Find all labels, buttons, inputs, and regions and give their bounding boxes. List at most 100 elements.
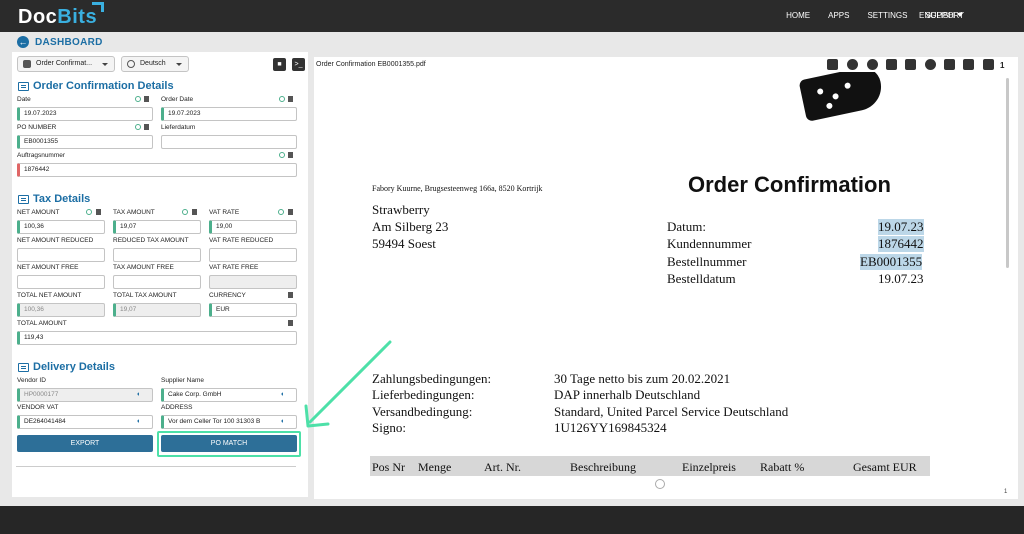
net-amount-field[interactable]: 100,36 <box>17 220 105 234</box>
tax-amount-field[interactable]: 19,07 <box>113 220 201 234</box>
meta-label: Kundennummer <box>667 236 752 251</box>
layout-grid-icon[interactable] <box>944 59 955 70</box>
ai-lookup-icon[interactable]: ◖ <box>136 391 146 399</box>
tax-amount-free-field[interactable] <box>113 275 201 289</box>
address-label: ADDRESS <box>161 404 193 411</box>
language-selector[interactable]: ENGLISH <box>919 11 954 20</box>
check-circle-icon[interactable] <box>86 209 92 215</box>
search-doc-icon[interactable] <box>886 59 897 70</box>
toggle-icon[interactable] <box>905 59 916 70</box>
vendor-id-field[interactable]: HP0000177 <box>17 388 153 402</box>
trash-icon[interactable] <box>288 152 293 158</box>
supplier-name-label: Supplier Name <box>161 377 204 384</box>
net-amount-free-field[interactable] <box>17 275 105 289</box>
trash-icon[interactable] <box>96 209 101 215</box>
language-select[interactable]: Deutsch <box>121 56 189 72</box>
net-amount-free-label: NET AMOUNT FREE <box>17 264 79 271</box>
docbits-logo[interactable]: DocBits <box>18 2 104 29</box>
chevron-down-icon <box>102 63 108 66</box>
section-order-details: Order Confirmation Details <box>18 80 174 92</box>
chevron-down-icon <box>176 63 182 66</box>
total-tax-amount-label: TOTAL TAX AMOUNT <box>113 292 177 299</box>
trash-icon[interactable] <box>288 96 293 102</box>
check-circle-icon[interactable] <box>135 124 141 130</box>
vat-rate-field[interactable]: 19,00 <box>209 220 297 234</box>
section-form-icon <box>18 194 29 204</box>
back-arrow-icon[interactable]: ← <box>17 36 29 48</box>
total-tax-amount-field[interactable]: 19,07 <box>113 303 201 317</box>
nav-apps[interactable]: APPS <box>828 11 849 20</box>
zoom-out-icon[interactable] <box>867 59 878 70</box>
meta-value: 19.07.23 <box>878 271 924 286</box>
top-navbar: DocBits HOME APPS SETTINGS SUPPORT ENGLI… <box>0 0 1024 32</box>
reduced-tax-amount-field[interactable] <box>113 248 201 262</box>
address-field[interactable]: Vor dem Celler Tor 100 31303 B <box>161 415 297 429</box>
breadcrumb-dashboard[interactable]: DASHBOARD <box>35 37 103 48</box>
zoom-in-icon[interactable] <box>847 59 858 70</box>
meta-value: 1876442 <box>878 236 924 252</box>
total-amount-field[interactable]: 119,43 <box>17 331 297 345</box>
save-icon[interactable]: ■ <box>273 58 286 71</box>
resize-handle[interactable] <box>655 479 665 489</box>
terms-value: 1U126YY169845324 <box>554 420 667 435</box>
export-button[interactable]: EXPORT <box>17 435 153 452</box>
footer-bar <box>0 506 1024 534</box>
check-circle-icon[interactable] <box>279 96 285 102</box>
vendor-id-label: Vendor ID <box>17 377 46 384</box>
po-number-field[interactable]: EB0001355 <box>17 135 153 149</box>
breadcrumb[interactable]: ← DASHBOARD <box>17 36 103 48</box>
table-header-cell: Art. Nr. <box>484 460 521 474</box>
presentation-icon[interactable] <box>827 59 838 70</box>
recipient-line: Am Silberg 23 <box>372 219 449 234</box>
page-number: 1 <box>1004 489 1008 495</box>
vendor-vat-field[interactable]: DE264041484 <box>17 415 153 429</box>
document-filename: Order Confirmation EB0001355.pdf <box>316 61 426 68</box>
trash-icon[interactable] <box>288 209 293 215</box>
date-label: Date <box>17 96 31 103</box>
lieferdatum-field[interactable] <box>161 135 297 149</box>
check-circle-icon[interactable] <box>279 152 285 158</box>
doc-type-select[interactable]: Order Confirmat... <box>17 56 115 72</box>
check-circle-icon[interactable] <box>182 209 188 215</box>
ai-lookup-icon[interactable]: ◖ <box>280 418 290 426</box>
document-heading: Order Confirmation <box>688 172 891 197</box>
page-count: 1 <box>1000 61 1005 70</box>
net-amount-reduced-field[interactable] <box>17 248 105 262</box>
vendor-vat-label: VENDOR VAT <box>17 404 59 411</box>
currency-field[interactable]: EUR <box>209 303 297 317</box>
document-type-icon <box>23 60 31 68</box>
total-net-amount-field[interactable]: 100,36 <box>17 303 105 317</box>
recipient-line: 59494 Soest <box>372 236 436 251</box>
trash-icon[interactable] <box>192 209 197 215</box>
chevron-down-icon[interactable] <box>957 13 963 17</box>
check-circle-icon[interactable] <box>278 209 284 215</box>
date-field[interactable]: 19.07.2023 <box>17 107 153 121</box>
auftragsnummer-label: Auftragsnummer <box>17 152 66 159</box>
ai-lookup-icon[interactable]: ◖ <box>280 391 290 399</box>
trash-icon[interactable] <box>288 320 293 326</box>
auftragsnummer-field[interactable]: 1876442 <box>17 163 297 177</box>
meta-label: Datum: <box>667 219 706 234</box>
section-title: Tax Details <box>33 193 91 205</box>
check-circle-icon[interactable] <box>135 96 141 102</box>
viewer-scrollbar[interactable] <box>1006 78 1009 268</box>
section-delivery-details: Delivery Details <box>18 361 115 373</box>
layout-split-icon[interactable] <box>963 59 974 70</box>
vat-rate-free-field[interactable] <box>209 275 297 289</box>
currency-label: CURRENCY <box>209 292 246 299</box>
annotation-arrow <box>304 340 392 428</box>
zoom-fit-icon[interactable] <box>925 59 936 70</box>
trash-icon[interactable] <box>144 124 149 130</box>
pages-icon[interactable] <box>983 59 994 70</box>
nav-home[interactable]: HOME <box>786 11 810 20</box>
vat-rate-reduced-field[interactable] <box>209 248 297 262</box>
logo-mark-icon <box>92 2 104 12</box>
order-date-field[interactable]: 19.07.2023 <box>161 107 297 121</box>
trash-icon[interactable] <box>288 292 293 298</box>
trash-icon[interactable] <box>144 96 149 102</box>
table-header-cell: Gesamt EUR <box>853 460 917 474</box>
nav-settings[interactable]: SETTINGS <box>867 11 907 20</box>
ai-lookup-icon[interactable]: ◖ <box>136 418 146 426</box>
console-icon[interactable]: >_ <box>292 58 305 71</box>
supplier-name-field[interactable]: Cake Corp. GmbH <box>161 388 297 402</box>
